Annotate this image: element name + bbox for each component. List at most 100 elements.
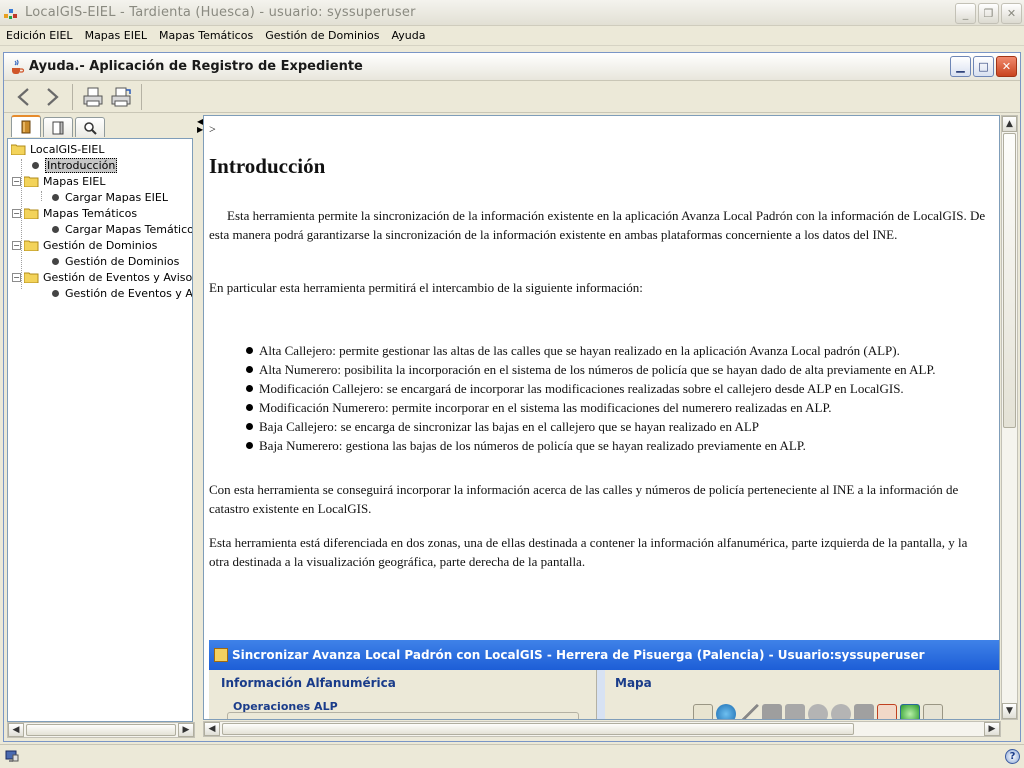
localgis-app-icon: [3, 5, 19, 21]
print-button[interactable]: [79, 83, 107, 111]
contents-tab[interactable]: [11, 115, 41, 137]
list-item: Alta Numerero: posibilita la incorporaci…: [246, 360, 936, 379]
scroll-thumb[interactable]: [26, 724, 176, 736]
menu-edicion-eiel[interactable]: Edición EIEL: [0, 29, 79, 42]
scroll-right-button[interactable]: ▶: [984, 722, 1000, 736]
menu-ayuda[interactable]: Ayuda: [385, 29, 431, 42]
list-item-text: Baja Callejero: se encarga de sincroniza…: [259, 419, 760, 434]
minimize-icon: ▁: [956, 60, 965, 73]
tree-item-cargar-mapas-tematicos[interactable]: Cargar Mapas Temáticos: [52, 221, 193, 237]
navigator-tabs: [7, 115, 195, 137]
right-arrow-icon: ▶: [988, 724, 996, 734]
app-menubar: Edición EIEL Mapas EIEL Mapas Temáticos …: [0, 26, 1024, 46]
help-maximize-button[interactable]: □: [973, 56, 994, 77]
status-bar: ?: [0, 744, 1024, 768]
collapse-toggle-icon[interactable]: −: [12, 240, 21, 250]
search-tab[interactable]: [75, 117, 105, 137]
help-icon[interactable]: ?: [1005, 749, 1020, 764]
scroll-left-button[interactable]: ◀: [8, 723, 24, 737]
tree-root[interactable]: LocalGIS-EIEL: [11, 141, 105, 157]
tree-group-mapas-tematicos[interactable]: − Mapas Temáticos: [12, 205, 137, 221]
forward-button[interactable]: [38, 83, 66, 111]
pane-splitter[interactable]: ◀ ▶: [197, 115, 203, 738]
tree-group-label: Gestión de Eventos y Avisos: [43, 270, 193, 284]
back-button[interactable]: [10, 83, 38, 111]
bullet-icon: [246, 347, 253, 354]
help-minimize-button[interactable]: ▁: [950, 56, 971, 77]
scroll-right-button[interactable]: ▶: [178, 723, 194, 737]
scroll-thumb[interactable]: [222, 723, 854, 735]
scroll-left-button[interactable]: ◀: [204, 722, 220, 736]
navigator-hscrollbar[interactable]: ◀ ▶: [7, 722, 195, 738]
collapse-toggle-icon[interactable]: −: [12, 208, 21, 218]
help-close-button[interactable]: ✕: [996, 56, 1017, 77]
print-icon: [83, 87, 103, 106]
collapse-toggle-icon[interactable]: −: [12, 272, 21, 282]
content-vscrollbar[interactable]: ▲ ▼: [1001, 115, 1018, 720]
content-paragraph: Esta herramienta está diferenciada en do…: [209, 535, 968, 569]
maximize-icon: □: [978, 60, 989, 73]
list-item: Alta Callejero: permite gestionar las al…: [246, 341, 936, 360]
toolbar-separator: [141, 83, 142, 110]
list-item: Modificación Callejero: se encargará de …: [246, 379, 936, 398]
puzzle-icon: [854, 704, 874, 719]
tree-group-gestion-dominios[interactable]: − Gestión de Dominios: [12, 237, 157, 253]
tree-item-cargar-mapas-eiel[interactable]: Cargar Mapas EIEL: [52, 189, 168, 205]
topic-bullet-icon: [32, 161, 39, 169]
embedded-group-box: [227, 712, 579, 719]
menu-gestion-dominios[interactable]: Gestión de Dominios: [259, 29, 385, 42]
help-titlebar[interactable]: Ayuda.- Aplicación de Registro de Expedi…: [4, 53, 1020, 81]
page-setup-button[interactable]: [107, 83, 135, 111]
minimize-icon: _: [962, 7, 969, 20]
list-item: Baja Callejero: se encarga de sincroniza…: [246, 417, 936, 436]
pan-icon: [923, 704, 943, 719]
content-hscrollbar[interactable]: ◀ ▶: [203, 721, 1001, 737]
page-title: Introducción: [209, 154, 326, 178]
tree-item-label: Cargar Mapas EIEL: [65, 190, 168, 204]
folder-open-icon: [24, 272, 39, 283]
embedded-screenshot: Sincronizar Avanza Local Padrón con Loca…: [209, 640, 999, 719]
embedded-title: Sincronizar Avanza Local Padrón con Loca…: [232, 648, 925, 662]
app-restore-button[interactable]: ❐: [978, 3, 999, 24]
help-toolbar: [4, 81, 1020, 113]
edit-icon: [693, 704, 713, 719]
left-arrow-icon: ◀: [208, 724, 216, 734]
down-arrow-icon: ▼: [1006, 706, 1013, 716]
tree-guide-line: [41, 191, 42, 201]
scroll-thumb[interactable]: [1003, 133, 1016, 428]
tree-item-gestion-eventos[interactable]: Gestión de Eventos y Avisos: [52, 285, 192, 301]
app-close-button[interactable]: ✕: [1001, 3, 1022, 24]
tree-item-label: Cargar Mapas Temáticos: [65, 222, 193, 236]
menu-mapas-eiel[interactable]: Mapas EIEL: [79, 29, 153, 42]
java-cup-icon: [9, 59, 25, 75]
tree-item-introduccion[interactable]: Introducción: [32, 157, 118, 173]
contents-tree[interactable]: LocalGIS-EIEL Introducción − Mapas EIEL …: [7, 138, 193, 722]
page-setup-icon: [111, 87, 131, 106]
search-icon: [84, 121, 97, 135]
help-navigator: LocalGIS-EIEL Introducción − Mapas EIEL …: [7, 115, 195, 738]
help-content-view[interactable]: > Introducción Esta herramienta permite …: [203, 115, 1000, 720]
tree-root-label: LocalGIS-EIEL: [30, 142, 105, 156]
index-tab[interactable]: [43, 117, 73, 137]
topic-bullet-icon: [52, 289, 59, 297]
embedded-left-panel: Información Alfanumérica Operaciones ALP: [209, 670, 597, 719]
scroll-down-button[interactable]: ▼: [1002, 703, 1017, 719]
app-title: LocalGIS-EIEL - Tardienta (Huesca) - usu…: [25, 5, 416, 20]
breadcrumb: >: [209, 122, 216, 136]
sync-app-icon: [214, 648, 228, 662]
scroll-up-button[interactable]: ▲: [1002, 116, 1017, 132]
tree-group-gestion-eventos[interactable]: − Gestión de Eventos y Avisos: [12, 269, 193, 285]
tree-item-gestion-dominios[interactable]: Gestión de Dominios: [52, 253, 179, 269]
tree-group-mapas-eiel[interactable]: − Mapas EIEL: [12, 173, 105, 189]
help-window: Ayuda.- Aplicación de Registro de Expedi…: [3, 52, 1021, 742]
forward-arrow-icon: [47, 87, 59, 106]
topic-bullet-icon: [52, 257, 59, 265]
content-paragraph: Esta herramienta permite la sincronizaci…: [209, 208, 986, 242]
app-minimize-button[interactable]: _: [955, 3, 976, 24]
menu-mapas-tematicos[interactable]: Mapas Temáticos: [153, 29, 259, 42]
embedded-titlebar: Sincronizar Avanza Local Padrón con Loca…: [209, 640, 999, 670]
folder-open-icon: [24, 240, 39, 251]
embedded-map-toolbar: [693, 704, 943, 719]
bullet-icon: [246, 423, 253, 430]
collapse-toggle-icon[interactable]: −: [12, 176, 21, 186]
